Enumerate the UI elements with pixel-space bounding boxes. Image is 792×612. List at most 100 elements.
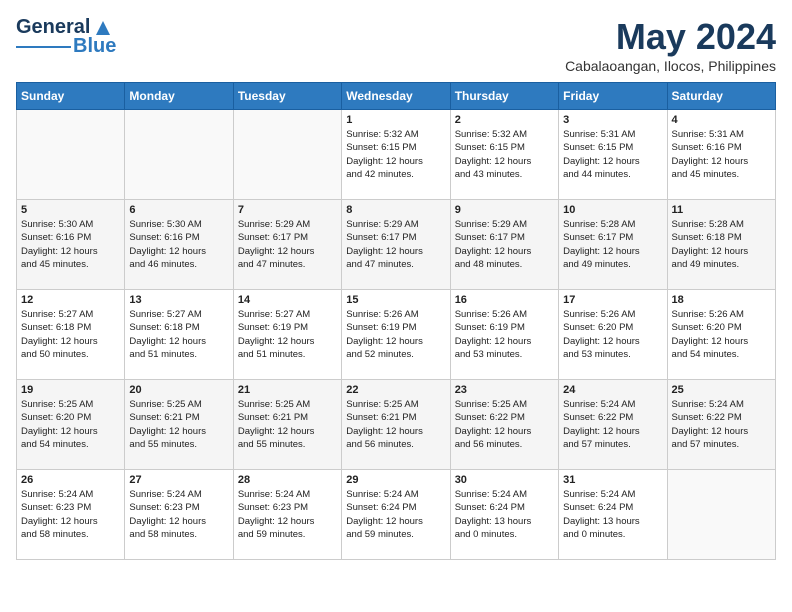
calendar-cell: 21 Sunrise: 5:25 AM Sunset: 6:21 PM Dayli… <box>233 380 341 470</box>
logo-underline <box>16 46 71 48</box>
calendar-cell: 31 Sunrise: 5:24 AM Sunset: 6:24 PM Dayli… <box>559 470 667 560</box>
day-number: 8 <box>346 204 445 216</box>
cell-info: Sunrise: 5:25 AM Sunset: 6:21 PM Dayligh… <box>238 398 337 451</box>
day-number: 23 <box>455 384 554 396</box>
calendar-cell <box>667 470 775 560</box>
cell-info: Sunrise: 5:27 AM Sunset: 6:18 PM Dayligh… <box>129 308 228 361</box>
day-number: 14 <box>238 294 337 306</box>
logo-blue: Blue <box>73 35 116 58</box>
title-block: May 2024 Cabalaoangan, Ilocos, Philippin… <box>565 16 776 74</box>
weekday-header: Monday <box>125 83 233 110</box>
day-number: 13 <box>129 294 228 306</box>
cell-info: Sunrise: 5:25 AM Sunset: 6:21 PM Dayligh… <box>346 398 445 451</box>
calendar-cell: 19 Sunrise: 5:25 AM Sunset: 6:20 PM Dayli… <box>17 380 125 470</box>
cell-info: Sunrise: 5:24 AM Sunset: 6:23 PM Dayligh… <box>21 488 120 541</box>
cell-info: Sunrise: 5:32 AM Sunset: 6:15 PM Dayligh… <box>455 128 554 181</box>
day-number: 19 <box>21 384 120 396</box>
calendar-cell: 18 Sunrise: 5:26 AM Sunset: 6:20 PM Dayli… <box>667 290 775 380</box>
day-number: 22 <box>346 384 445 396</box>
cell-info: Sunrise: 5:32 AM Sunset: 6:15 PM Dayligh… <box>346 128 445 181</box>
calendar-week-row: 12 Sunrise: 5:27 AM Sunset: 6:18 PM Dayli… <box>17 290 776 380</box>
cell-info: Sunrise: 5:30 AM Sunset: 6:16 PM Dayligh… <box>129 218 228 271</box>
calendar-cell: 22 Sunrise: 5:25 AM Sunset: 6:21 PM Dayli… <box>342 380 450 470</box>
calendar-cell: 16Sunrise: 5:26 AM Sunset: 6:19 PM Dayli… <box>450 290 558 380</box>
day-number: 27 <box>129 474 228 486</box>
calendar-week-row: 1 Sunrise: 5:32 AM Sunset: 6:15 PM Daylig… <box>17 110 776 200</box>
day-number: 28 <box>238 474 337 486</box>
day-number: 1 <box>346 114 445 126</box>
calendar-cell: 28 Sunrise: 5:24 AM Sunset: 6:23 PM Dayli… <box>233 470 341 560</box>
calendar-cell: 9Sunrise: 5:29 AM Sunset: 6:17 PM Daylig… <box>450 200 558 290</box>
logo: General Blue <box>16 16 116 58</box>
day-number: 12 <box>21 294 120 306</box>
cell-info: Sunrise: 5:29 AM Sunset: 6:17 PM Dayligh… <box>346 218 445 271</box>
cell-info: Sunrise: 5:25 AM Sunset: 6:20 PM Dayligh… <box>21 398 120 451</box>
calendar-table: SundayMondayTuesdayWednesdayThursdayFrid… <box>16 82 776 560</box>
cell-info: Sunrise: 5:24 AM Sunset: 6:22 PM Dayligh… <box>672 398 771 451</box>
weekday-header: Thursday <box>450 83 558 110</box>
weekday-header: Saturday <box>667 83 775 110</box>
calendar-week-row: 5 Sunrise: 5:30 AM Sunset: 6:16 PM Daylig… <box>17 200 776 290</box>
day-number: 10 <box>563 204 662 216</box>
day-number: 5 <box>21 204 120 216</box>
calendar-cell: 29Sunrise: 5:24 AM Sunset: 6:24 PM Dayli… <box>342 470 450 560</box>
calendar-cell: 10Sunrise: 5:28 AM Sunset: 6:17 PM Dayli… <box>559 200 667 290</box>
cell-info: Sunrise: 5:24 AM Sunset: 6:22 PM Dayligh… <box>563 398 662 451</box>
calendar-cell: 7Sunrise: 5:29 AM Sunset: 6:17 PM Daylig… <box>233 200 341 290</box>
calendar-cell: 26 Sunrise: 5:24 AM Sunset: 6:23 PM Dayli… <box>17 470 125 560</box>
calendar-cell: 1 Sunrise: 5:32 AM Sunset: 6:15 PM Daylig… <box>342 110 450 200</box>
calendar-cell: 23 Sunrise: 5:25 AM Sunset: 6:22 PM Dayli… <box>450 380 558 470</box>
cell-info: Sunrise: 5:26 AM Sunset: 6:19 PM Dayligh… <box>346 308 445 361</box>
day-number: 25 <box>672 384 771 396</box>
calendar-cell <box>233 110 341 200</box>
weekday-header: Sunday <box>17 83 125 110</box>
day-number: 30 <box>455 474 554 486</box>
cell-info: Sunrise: 5:27 AM Sunset: 6:18 PM Dayligh… <box>21 308 120 361</box>
cell-info: Sunrise: 5:26 AM Sunset: 6:20 PM Dayligh… <box>672 308 771 361</box>
calendar-week-row: 19 Sunrise: 5:25 AM Sunset: 6:20 PM Dayli… <box>17 380 776 470</box>
cell-info: Sunrise: 5:24 AM Sunset: 6:24 PM Dayligh… <box>563 488 662 541</box>
day-number: 17 <box>563 294 662 306</box>
weekday-header: Wednesday <box>342 83 450 110</box>
cell-info: Sunrise: 5:24 AM Sunset: 6:23 PM Dayligh… <box>238 488 337 541</box>
calendar-cell: 14 Sunrise: 5:27 AM Sunset: 6:19 PM Dayli… <box>233 290 341 380</box>
calendar-cell: 20Sunrise: 5:25 AM Sunset: 6:21 PM Dayli… <box>125 380 233 470</box>
cell-info: Sunrise: 5:27 AM Sunset: 6:19 PM Dayligh… <box>238 308 337 361</box>
day-number: 21 <box>238 384 337 396</box>
day-number: 18 <box>672 294 771 306</box>
cell-info: Sunrise: 5:24 AM Sunset: 6:23 PM Dayligh… <box>129 488 228 541</box>
cell-info: Sunrise: 5:30 AM Sunset: 6:16 PM Dayligh… <box>21 218 120 271</box>
weekday-header: Tuesday <box>233 83 341 110</box>
cell-info: Sunrise: 5:29 AM Sunset: 6:17 PM Dayligh… <box>455 218 554 271</box>
calendar-cell: 15Sunrise: 5:26 AM Sunset: 6:19 PM Dayli… <box>342 290 450 380</box>
day-number: 3 <box>563 114 662 126</box>
day-number: 24 <box>563 384 662 396</box>
day-number: 11 <box>672 204 771 216</box>
calendar-cell: 30Sunrise: 5:24 AM Sunset: 6:24 PM Dayli… <box>450 470 558 560</box>
page-header: General Blue May 2024 Cabalaoangan, Iloc… <box>16 16 776 74</box>
calendar-cell: 3 Sunrise: 5:31 AM Sunset: 6:15 PM Daylig… <box>559 110 667 200</box>
cell-info: Sunrise: 5:31 AM Sunset: 6:15 PM Dayligh… <box>563 128 662 181</box>
calendar-cell: 13 Sunrise: 5:27 AM Sunset: 6:18 PM Dayli… <box>125 290 233 380</box>
day-number: 7 <box>238 204 337 216</box>
calendar-cell: 17Sunrise: 5:26 AM Sunset: 6:20 PM Dayli… <box>559 290 667 380</box>
calendar-cell: 4 Sunrise: 5:31 AM Sunset: 6:16 PM Daylig… <box>667 110 775 200</box>
calendar-cell: 8 Sunrise: 5:29 AM Sunset: 6:17 PM Daylig… <box>342 200 450 290</box>
calendar-week-row: 26 Sunrise: 5:24 AM Sunset: 6:23 PM Dayli… <box>17 470 776 560</box>
day-number: 31 <box>563 474 662 486</box>
cell-info: Sunrise: 5:28 AM Sunset: 6:18 PM Dayligh… <box>672 218 771 271</box>
cell-info: Sunrise: 5:25 AM Sunset: 6:22 PM Dayligh… <box>455 398 554 451</box>
calendar-cell: 11 Sunrise: 5:28 AM Sunset: 6:18 PM Dayli… <box>667 200 775 290</box>
day-number: 4 <box>672 114 771 126</box>
calendar-cell: 24 Sunrise: 5:24 AM Sunset: 6:22 PM Dayli… <box>559 380 667 470</box>
day-number: 26 <box>21 474 120 486</box>
cell-info: Sunrise: 5:25 AM Sunset: 6:21 PM Dayligh… <box>129 398 228 451</box>
day-number: 2 <box>455 114 554 126</box>
day-number: 16 <box>455 294 554 306</box>
calendar-cell: 6 Sunrise: 5:30 AM Sunset: 6:16 PM Daylig… <box>125 200 233 290</box>
month-title: May 2024 <box>565 16 776 58</box>
day-number: 6 <box>129 204 228 216</box>
weekday-header: Friday <box>559 83 667 110</box>
weekday-header-row: SundayMondayTuesdayWednesdayThursdayFrid… <box>17 83 776 110</box>
cell-info: Sunrise: 5:31 AM Sunset: 6:16 PM Dayligh… <box>672 128 771 181</box>
